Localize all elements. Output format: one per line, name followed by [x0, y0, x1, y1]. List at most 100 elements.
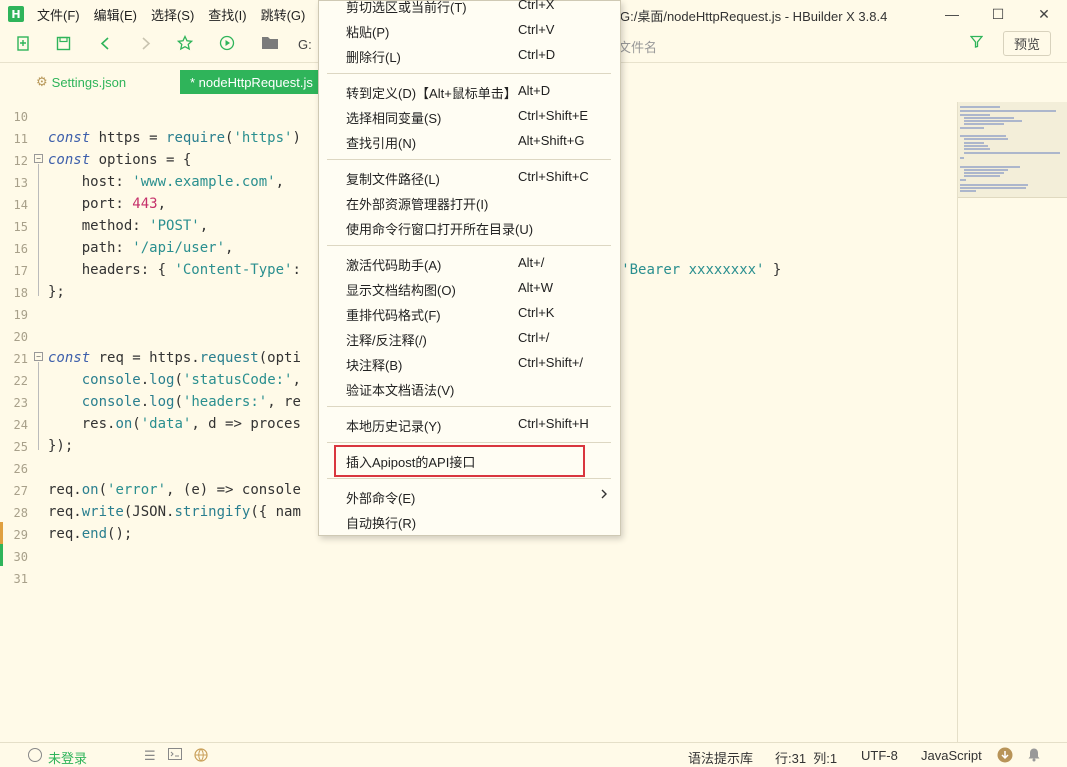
path-prefix[interactable]: G: — [298, 37, 312, 52]
menu-item-insert-apipost-api[interactable]: 插入Apipost的API接口 — [319, 448, 620, 473]
line-number: 18 — [13, 286, 28, 300]
close-button[interactable]: ✕ — [1021, 0, 1067, 28]
context-menu-item[interactable]: 转到定义(D)【Alt+鼠标单击】 Alt+D — [319, 79, 620, 104]
tab-label: Settings.json — [51, 74, 127, 90]
context-menu-item[interactable]: 外部命令(E) — [319, 484, 620, 509]
code-line[interactable]: req.end(); — [48, 526, 132, 542]
context-menu-item[interactable]: 复制文件路径(L) Ctrl+Shift+C — [319, 165, 620, 190]
menu-item[interactable]: 选择(S) — [151, 5, 194, 24]
code-line[interactable]: }; — [48, 284, 65, 300]
tab-label: * nodeHttpRequest.js — [190, 74, 313, 90]
context-menu-item[interactable]: 重排代码格式(F) Ctrl+K — [319, 301, 620, 326]
context-menu-item[interactable]: 自动换行(R) — [319, 509, 620, 534]
menu-item-label: 粘贴(P) — [346, 25, 390, 40]
code-line[interactable]: console.log('headers:', re — [48, 394, 301, 410]
minimap[interactable] — [957, 102, 1067, 742]
menu-item-shortcut: Ctrl+Shift+/ — [518, 355, 584, 370]
terminal-icon[interactable] — [168, 748, 182, 763]
code-line[interactable]: req.on('error', (e) => console — [48, 482, 301, 498]
language-mode[interactable]: JavaScript — [921, 748, 982, 763]
context-menu-item[interactable]: 剪切选区或当前行(T) Ctrl+X — [319, 0, 620, 18]
menu-separator — [327, 73, 611, 74]
context-menu-item[interactable]: 验证本文档语法(V) — [319, 376, 620, 401]
tab-settings-json[interactable]: ⚙ Settings.json — [36, 70, 126, 94]
window-title: G:/桌面/nodeHttpRequest.js - HBuilder X 3.… — [620, 9, 888, 24]
line-number: 28 — [13, 506, 28, 520]
code-line[interactable]: host: 'www.example.com', — [48, 174, 284, 190]
star-icon[interactable] — [176, 34, 194, 52]
login-status[interactable]: 未登录 — [48, 748, 87, 767]
file-filter-input[interactable]: 文件名 — [606, 30, 996, 57]
menu-item[interactable]: 查找(I) — [208, 5, 246, 24]
context-menu-item[interactable]: 使用命令行窗口打开所在目录(U) — [319, 215, 620, 240]
menu-item-label: 查找引用(N) — [346, 136, 417, 151]
menu-item-label: 复制文件路径(L) — [346, 172, 440, 187]
line-number: 11 — [13, 132, 28, 146]
code-line[interactable]: port: 443, — [48, 196, 166, 212]
forward-icon[interactable] — [137, 34, 155, 52]
code-line[interactable]: req.write(JSON.stringify({ nam — [48, 504, 301, 520]
code-line[interactable]: path: '/api/user', — [48, 240, 234, 256]
code-line[interactable]: const req = https.request(opti — [48, 350, 301, 366]
menu-item-label: 激活代码助手(A) — [346, 258, 442, 273]
globe-icon[interactable] — [194, 748, 208, 765]
context-menu-item[interactable]: 选择相同变量(S) Ctrl+Shift+E — [319, 104, 620, 129]
menu-item-label: 本地历史记录(Y) — [346, 419, 442, 434]
menu-separator — [327, 245, 611, 246]
new-file-icon[interactable] — [14, 34, 32, 52]
line-number: 16 — [13, 242, 28, 256]
menu-item-shortcut: Ctrl+Shift+E — [518, 108, 589, 123]
save-icon[interactable] — [54, 34, 72, 52]
context-menu-item[interactable]: 删除行(L) Ctrl+D — [319, 43, 620, 68]
cursor-position[interactable]: 行:31 列:1 — [775, 748, 837, 767]
encoding[interactable]: UTF-8 — [861, 748, 898, 763]
line-number: 20 — [13, 330, 28, 344]
code-line[interactable]: method: 'POST', — [48, 218, 208, 234]
menu-item-label: 显示文档结构图(O) — [346, 283, 456, 298]
menu-item-label: 使用命令行窗口打开所在目录(U) — [346, 222, 534, 237]
line-number: 13 — [13, 176, 28, 190]
menu-item-shortcut: Ctrl+D — [518, 47, 556, 62]
code-line[interactable]: }); — [48, 438, 73, 454]
code-line[interactable]: console.log('statusCode:', — [48, 372, 301, 388]
code-line[interactable]: const https = require('https') — [48, 130, 301, 146]
fold-guide — [38, 362, 39, 450]
tab-node-http-request[interactable]: * nodeHttpRequest.js — [180, 70, 322, 94]
menu-item[interactable]: 编辑(E) — [94, 5, 137, 24]
code-line[interactable]: const options = { — [48, 152, 191, 168]
bell-icon[interactable] — [1027, 747, 1041, 765]
context-menu-item[interactable]: 块注释(B) Ctrl+Shift+/ — [319, 351, 620, 376]
menu-item[interactable]: 跳转(G) — [261, 5, 306, 24]
menu-item-label: 注释/反注释(/) — [346, 333, 427, 348]
code-line[interactable]: res.on('data', d => proces — [48, 416, 301, 432]
preview-button[interactable]: 预览 — [1003, 31, 1051, 56]
syntax-library[interactable]: 语法提示库 — [688, 748, 753, 767]
line-number: 17 — [13, 264, 28, 278]
line-number: 14 — [13, 198, 28, 212]
maximize-button[interactable]: ☐ — [975, 0, 1021, 28]
context-menu-item[interactable]: 查找引用(N) Alt+Shift+G — [319, 129, 620, 154]
folder-icon — [262, 36, 278, 49]
line-number: 27 — [13, 484, 28, 498]
user-icon[interactable] — [28, 748, 42, 762]
menu-separator — [327, 478, 611, 479]
menu-item[interactable]: 文件(F) — [37, 5, 80, 24]
fold-guide — [38, 164, 39, 296]
minimize-button[interactable]: — — [929, 0, 975, 28]
fold-toggle[interactable]: − — [34, 352, 43, 361]
context-menu-item[interactable]: 在外部资源管理器打开(I) — [319, 190, 620, 215]
window-controls: — ☐ ✕ — [929, 0, 1067, 28]
download-icon[interactable] — [997, 747, 1013, 766]
menu-item-shortcut: Ctrl+X — [518, 0, 555, 12]
context-menu-item[interactable]: 显示文档结构图(O) Alt+W — [319, 276, 620, 301]
context-menu-item[interactable]: 粘贴(P) Ctrl+V — [319, 18, 620, 43]
back-icon[interactable] — [96, 34, 114, 52]
context-menu-item[interactable]: 注释/反注释(/) Ctrl+/ — [319, 326, 620, 351]
context-menu: 剪切选区或当前行(T) Ctrl+X 粘贴(P) Ctrl+V 删除行(L) Ctrl+D… — [318, 0, 621, 536]
context-menu-item[interactable]: 本地历史记录(Y) Ctrl+Shift+H — [319, 412, 620, 437]
list-icon[interactable]: ☰ — [144, 748, 156, 764]
fold-toggle[interactable]: − — [34, 154, 43, 163]
filter-icon[interactable] — [969, 35, 984, 51]
run-icon[interactable] — [218, 34, 236, 52]
context-menu-item[interactable]: 激活代码助手(A) Alt+/ — [319, 251, 620, 276]
